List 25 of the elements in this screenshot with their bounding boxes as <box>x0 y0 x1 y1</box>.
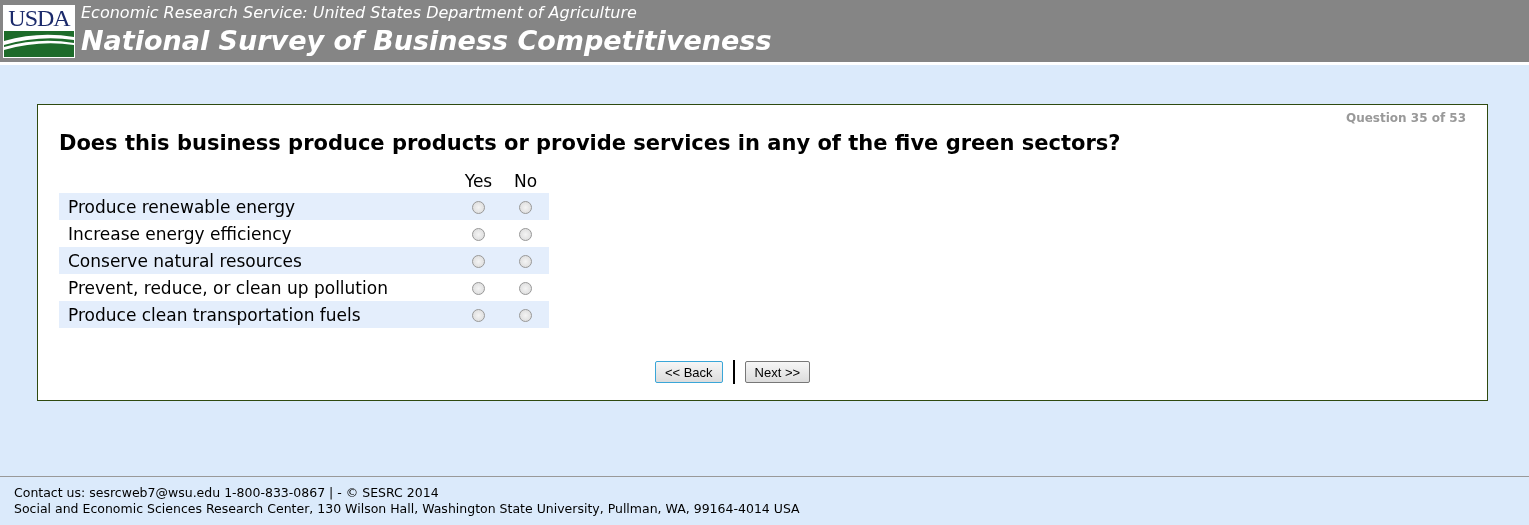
radio-button[interactable] <box>472 255 485 268</box>
row-label: Produce clean transportation fuels <box>68 304 361 325</box>
radio-button[interactable] <box>519 201 532 214</box>
radio-button[interactable] <box>472 228 485 241</box>
radio-button[interactable] <box>519 282 532 295</box>
question-text: Does this business produce products or provide services in any of the five green sectors? <box>59 131 1122 155</box>
back-button[interactable]: << Back <box>654 361 723 383</box>
radio-button[interactable] <box>519 309 532 322</box>
row-label: Increase energy efficiency <box>68 223 292 244</box>
radio-button[interactable] <box>519 228 532 241</box>
radio-button[interactable] <box>519 255 532 268</box>
radio-button[interactable] <box>472 309 485 322</box>
logo-text: USDA <box>8 5 70 30</box>
radio-button[interactable] <box>472 201 485 214</box>
contact-line: Contact us: sesrcweb7@wsu.edu 1-800-833-0867 | - © SESRC 2014 <box>14 485 440 501</box>
row-label: Produce renewable energy <box>68 196 295 217</box>
next-button[interactable]: Next >> <box>744 361 811 383</box>
column-header: No <box>513 171 538 191</box>
radio-button[interactable] <box>472 282 485 295</box>
address-line: Social and Economic Sciences Research Center, 130 Wilson Hall, Washington State University, Pullman, WA, 99164-4014 USA <box>14 501 801 517</box>
survey-title: National Survey of Business Competitiveness <box>81 24 772 58</box>
column-header: Yes <box>464 171 493 191</box>
row-label: Conserve natural resources <box>68 250 302 271</box>
agency-name: Economic Research Service: United States Department of Agriculture <box>81 3 638 23</box>
row-label: Prevent, reduce, or clean up pollution <box>68 277 388 298</box>
